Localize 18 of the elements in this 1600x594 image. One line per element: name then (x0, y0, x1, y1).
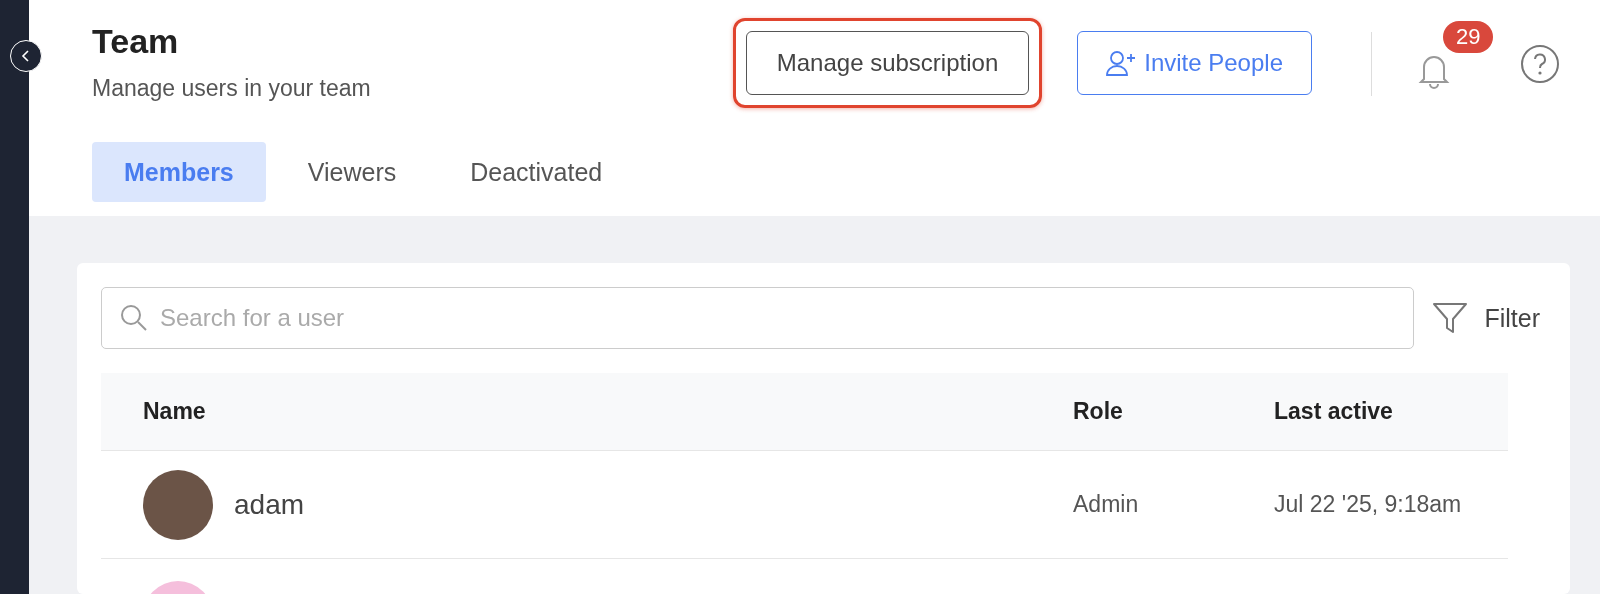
tab[interactable]: Viewers (275, 142, 429, 202)
add-user-icon (1106, 50, 1137, 76)
column-header: Role (1072, 398, 1124, 425)
column-header: Name (142, 398, 207, 425)
table-cell-text: Jul 22 '25, 9:18am (1273, 491, 1463, 518)
page-subtitle: Manage users in your team (92, 75, 372, 102)
notification-count-badge: 29 (1443, 21, 1494, 53)
filter-button[interactable]: Filter (1432, 302, 1540, 334)
column-header: Last active (1273, 398, 1394, 425)
search-field[interactable]: Search for a user (101, 287, 1415, 349)
user-name: adam (234, 488, 305, 521)
page-title: Team (92, 22, 180, 61)
funnel-icon (1432, 302, 1469, 334)
table-cell-text: Admin (1072, 491, 1140, 518)
help-icon[interactable] (1520, 44, 1560, 84)
manage-subscription-button[interactable]: Manage subscription (745, 31, 1030, 95)
tab[interactable]: Deactivated (438, 142, 635, 202)
invite-button[interactable]: Invite People (1077, 31, 1312, 95)
